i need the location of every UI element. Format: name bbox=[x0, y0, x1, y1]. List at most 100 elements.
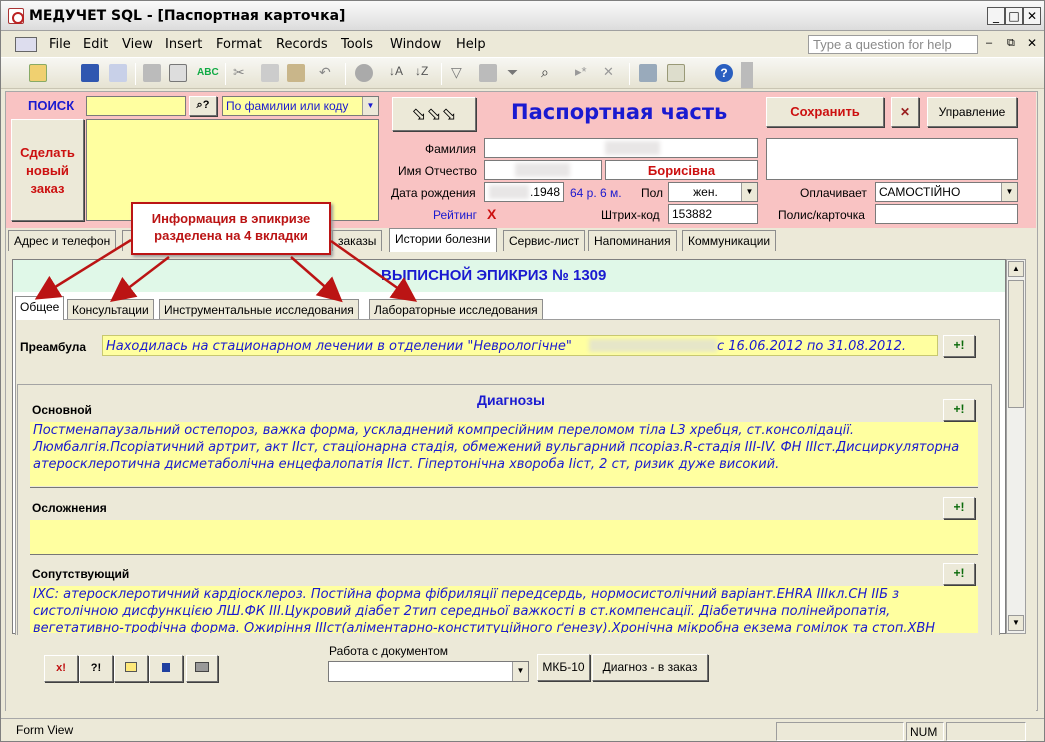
print-preview-icon[interactable] bbox=[169, 64, 187, 82]
tab-consultations[interactable]: Консультации bbox=[67, 299, 154, 319]
menu-records[interactable]: Records bbox=[276, 37, 328, 52]
complications-field[interactable] bbox=[30, 520, 978, 554]
record-icon[interactable] bbox=[355, 64, 373, 82]
surname-field[interactable] bbox=[484, 138, 758, 158]
sex-select[interactable]: жен. ▼ bbox=[668, 182, 758, 202]
nav-arrows-button[interactable]: ⬂⬂⬂ bbox=[392, 97, 476, 131]
filter-selection-icon[interactable]: ▽ bbox=[451, 64, 469, 82]
chevron-down-icon[interactable]: ▼ bbox=[512, 662, 528, 681]
payer-select[interactable]: САМОСТІЙНО ▼ bbox=[875, 182, 1018, 202]
new-object-icon[interactable] bbox=[667, 64, 685, 82]
help-search-input[interactable]: Type a question for help bbox=[808, 35, 978, 54]
surname-label: Фамилия bbox=[425, 142, 476, 156]
preamble-field[interactable]: Находилась на стационарном лечении в отд… bbox=[102, 335, 938, 356]
mdi-restore-icon[interactable]: ⧉ bbox=[1007, 37, 1015, 50]
new-order-button[interactable]: Сделать новый заказ bbox=[11, 119, 84, 221]
chevron-down-icon[interactable]: ▼ bbox=[362, 97, 378, 115]
menu-insert[interactable]: Insert bbox=[165, 37, 202, 52]
status-view: Form View bbox=[16, 723, 74, 737]
save-icon[interactable] bbox=[81, 64, 99, 82]
design-view-icon[interactable] bbox=[29, 64, 47, 82]
tab-instrumental[interactable]: Инструментальные исследования bbox=[159, 299, 359, 319]
find-icon[interactable]: ⌕ bbox=[541, 64, 559, 82]
copy-icon[interactable] bbox=[261, 64, 279, 82]
concomitant-add-button[interactable]: +! bbox=[943, 563, 975, 585]
tab-communications[interactable]: Коммуникации bbox=[682, 230, 777, 251]
patronymic-field[interactable]: Борисівна bbox=[605, 160, 758, 180]
new-record-icon[interactable]: ▸* bbox=[575, 64, 593, 82]
save-button[interactable]: Сохранить bbox=[766, 97, 884, 127]
maximize-icon[interactable]: □ bbox=[1005, 7, 1023, 25]
toolbar-options-icon[interactable] bbox=[741, 62, 753, 88]
spelling-icon[interactable]: ABC bbox=[197, 64, 219, 82]
search-binoculars-button[interactable]: ⌕? bbox=[189, 96, 217, 116]
chevron-down-icon[interactable]: ▼ bbox=[741, 183, 757, 201]
main-diagnosis-add-button[interactable]: +! bbox=[943, 399, 975, 421]
file-search-icon[interactable] bbox=[109, 64, 127, 82]
database-window-icon[interactable] bbox=[639, 64, 657, 82]
scroll-up-icon[interactable]: ▲ bbox=[1008, 261, 1024, 277]
print-button[interactable] bbox=[186, 655, 218, 682]
query-button[interactable]: ?! bbox=[79, 655, 113, 682]
form-icon[interactable] bbox=[15, 37, 37, 52]
mdi-close-icon[interactable]: ✕ bbox=[1027, 36, 1037, 50]
main-diagnosis-field[interactable]: Постменапаузальний остепороз, важка форм… bbox=[30, 422, 978, 486]
search-mode-value: По фамилии или коду bbox=[226, 99, 349, 113]
search-mode-select[interactable]: По фамилии или коду ▼ bbox=[222, 96, 379, 116]
close-icon[interactable]: ✕ bbox=[1023, 7, 1041, 25]
search-input[interactable] bbox=[86, 96, 186, 116]
paste-icon[interactable] bbox=[287, 64, 305, 82]
undo-icon[interactable]: ↶ bbox=[319, 64, 337, 82]
menu-help[interactable]: Help bbox=[456, 37, 486, 52]
sort-desc-icon[interactable]: ↓Z bbox=[415, 64, 433, 82]
menu-format[interactable]: Format bbox=[216, 37, 262, 52]
mkb10-button[interactable]: МКБ-10 bbox=[537, 654, 590, 681]
scroll-down-icon[interactable]: ▼ bbox=[1008, 615, 1024, 631]
tab-laboratory[interactable]: Лабораторные исследования bbox=[369, 299, 543, 319]
manage-button[interactable]: Управление bbox=[927, 97, 1017, 127]
scroll-thumb[interactable] bbox=[1008, 280, 1024, 408]
concomitant-field[interactable]: IXC: атеросклеротичний кардіосклероз. По… bbox=[30, 586, 978, 633]
diagnosis-to-order-button[interactable]: Диагноз - в заказ bbox=[592, 654, 708, 681]
apply-filter-icon[interactable]: ⏷ bbox=[507, 64, 525, 82]
app-icon[interactable] bbox=[8, 8, 24, 24]
delete-button[interactable]: ✕ bbox=[891, 97, 919, 127]
menu-edit[interactable]: Edit bbox=[83, 37, 108, 52]
doc-work-select[interactable]: ▼ bbox=[328, 661, 529, 682]
policy-field[interactable] bbox=[875, 204, 1018, 224]
menu-file[interactable]: File bbox=[49, 37, 71, 52]
vertical-scrollbar[interactable]: ▲ ▼ bbox=[1006, 259, 1026, 634]
menu-tools[interactable]: Tools bbox=[341, 37, 373, 52]
mdi-minimize-icon[interactable]: ‒ bbox=[986, 37, 992, 49]
minimize-icon[interactable]: _ bbox=[987, 7, 1005, 25]
tab-general[interactable]: Общее bbox=[15, 296, 65, 320]
filter-form-icon[interactable] bbox=[479, 64, 497, 82]
menu-bar: File Edit View Insert Format Records Too… bbox=[1, 32, 1044, 56]
help-icon[interactable]: ? bbox=[715, 64, 733, 82]
tab-histories[interactable]: Истории болезни bbox=[389, 228, 497, 252]
title-bar: МЕДУЧЕТ SQL - [Паспортная карточка] _ □ … bbox=[1, 1, 1044, 31]
sort-asc-icon[interactable]: ↓A bbox=[389, 64, 407, 82]
tab-orders[interactable]: заказы bbox=[332, 230, 383, 251]
delete-record-button[interactable]: x! bbox=[44, 655, 78, 682]
lock-button[interactable] bbox=[149, 655, 183, 682]
passport-title: Паспортная часть bbox=[511, 100, 728, 124]
copy-record-button[interactable] bbox=[114, 655, 148, 682]
print-icon[interactable] bbox=[143, 64, 161, 82]
extra-info-field[interactable] bbox=[766, 138, 1018, 180]
tab-reminders[interactable]: Напоминания bbox=[588, 230, 677, 251]
delete-record-icon[interactable]: ✕ bbox=[603, 64, 621, 82]
barcode-field[interactable]: 153882 bbox=[668, 204, 758, 224]
cut-icon[interactable]: ✂ bbox=[233, 64, 251, 82]
menu-window[interactable]: Window bbox=[390, 37, 441, 52]
tab-service-list[interactable]: Сервис-лист bbox=[503, 230, 586, 251]
chevron-down-icon[interactable]: ▼ bbox=[1001, 183, 1017, 201]
status-num: NUM bbox=[906, 722, 944, 741]
dob-field[interactable]: .1948 bbox=[484, 182, 564, 202]
tab-address[interactable]: Адрес и телефон bbox=[8, 230, 117, 251]
preamble-add-button[interactable]: +! bbox=[943, 335, 975, 357]
name-label: Имя Отчество bbox=[398, 164, 477, 178]
complications-add-button[interactable]: +! bbox=[943, 497, 975, 519]
menu-view[interactable]: View bbox=[122, 37, 153, 52]
firstname-field[interactable] bbox=[484, 160, 602, 180]
